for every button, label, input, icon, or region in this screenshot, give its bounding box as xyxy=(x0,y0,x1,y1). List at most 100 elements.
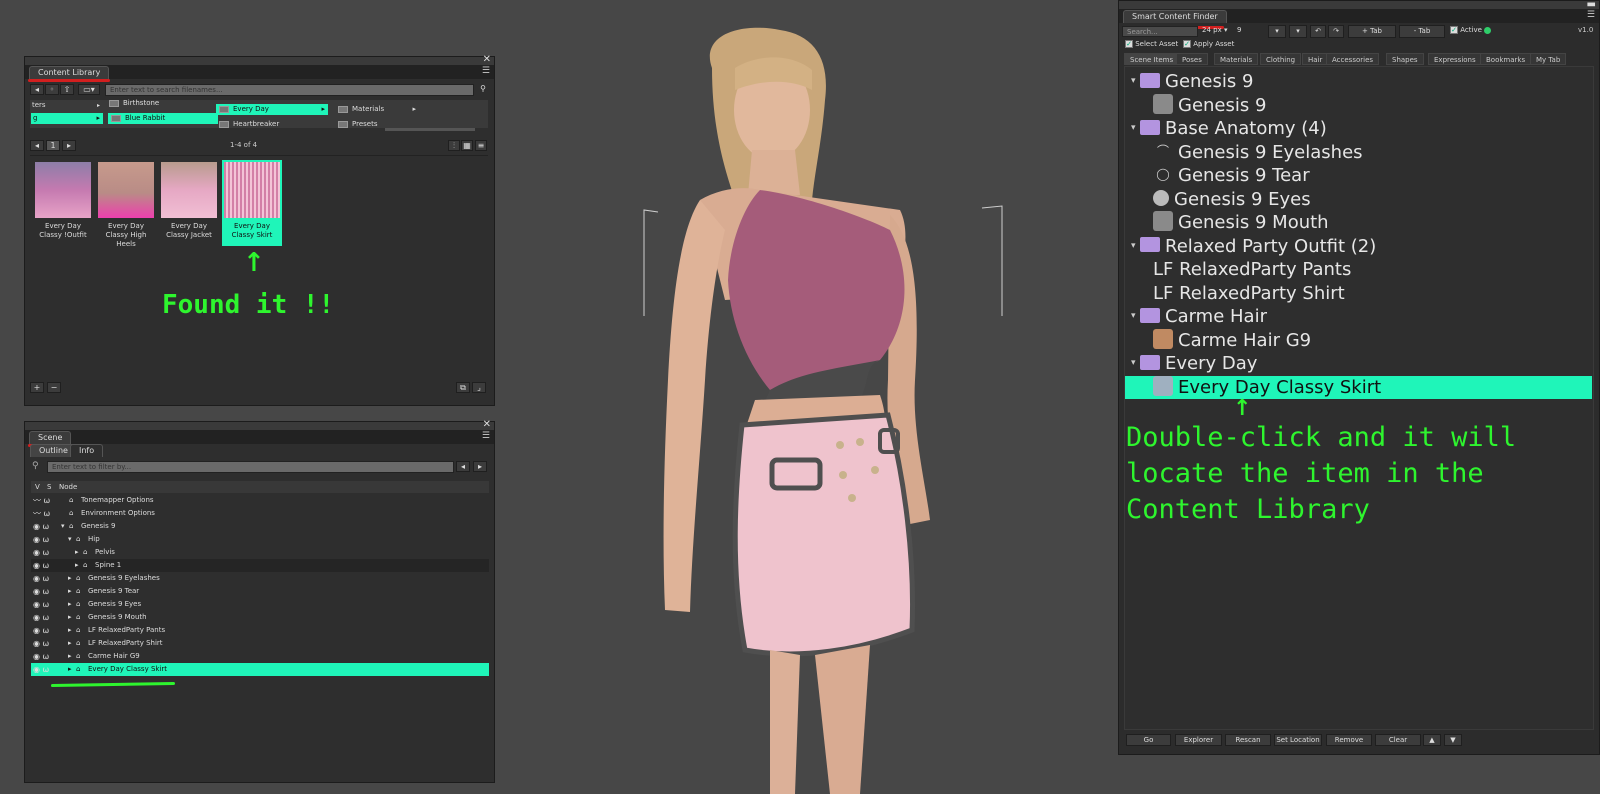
size-number[interactable]: 9 xyxy=(1237,26,1241,34)
chevron-down-icon[interactable]: ▾ xyxy=(1131,235,1136,258)
visibility-icon[interactable]: ◉ ⍵ xyxy=(33,546,49,559)
column-item-selected[interactable]: Blue Rabbit xyxy=(108,113,218,124)
finder-tab[interactable]: Expressions xyxy=(1428,53,1482,65)
finder-folder[interactable]: Every Day xyxy=(1140,352,1257,375)
chevron-right-icon[interactable]: ▸ xyxy=(75,546,79,559)
column-item[interactable]: Materials ▸ xyxy=(338,104,418,115)
asset-thumb[interactable]: Every Day Classy !Outfit xyxy=(33,160,93,246)
asset-thumb[interactable]: Every Day Classy High Heels xyxy=(96,160,156,248)
chevron-down-icon[interactable]: ▾ xyxy=(1131,305,1136,328)
chevron-right-icon[interactable]: ▸ xyxy=(68,637,72,650)
close-icon[interactable]: ✕ xyxy=(483,54,491,65)
visibility-icon[interactable]: ◉ ⍵ xyxy=(33,559,49,572)
finder-folder[interactable]: Base Anatomy (4) xyxy=(1140,117,1327,140)
finder-button[interactable]: Remove xyxy=(1326,734,1372,746)
column-item[interactable]: Heartbreaker xyxy=(219,119,329,128)
scene-row[interactable]: ◉ ⍵ ▸ ⌂ Genesis 9 Eyelashes xyxy=(31,572,489,585)
scene-filter-input[interactable]: Enter text to filter by... xyxy=(47,461,454,473)
move-down-icon[interactable]: ▾ xyxy=(1268,25,1286,38)
checkbox-checked-icon[interactable]: ✓ xyxy=(1183,40,1191,48)
column-item[interactable]: Birthstone xyxy=(109,98,219,109)
chevron-right-icon[interactable]: ▸ xyxy=(68,611,72,624)
finder-folder[interactable]: Genesis 9 xyxy=(1140,70,1253,93)
up-icon[interactable]: ⇧ xyxy=(60,84,74,95)
next-page-icon[interactable]: ▸ xyxy=(62,140,76,151)
panel-menu-icon[interactable]: ☰ xyxy=(482,66,490,76)
zoom-slider-icon[interactable]: ⫶ xyxy=(448,140,460,151)
search-icon[interactable]: ⚲ xyxy=(476,84,490,95)
scene-row[interactable]: ◉ ⍵ ▸ ⌂ Carme Hair G9 xyxy=(31,650,489,663)
finder-item[interactable]: LF RelaxedParty Pants xyxy=(1153,258,1351,281)
visibility-icon[interactable]: ◉ ⍵ xyxy=(33,533,49,546)
scene-row[interactable]: ◉ ⍵ ▸ ⌂ Genesis 9 Tear xyxy=(31,585,489,598)
finder-tab[interactable]: My Tab xyxy=(1530,53,1567,65)
active-toggle[interactable]: ✓ Active xyxy=(1450,26,1492,34)
scene-row[interactable]: ◉ ⍵ ▸ ⌂ Genesis 9 Mouth xyxy=(31,611,489,624)
undo-icon[interactable]: ↶ xyxy=(1310,25,1326,38)
scene-row[interactable]: ◉ ⍵ ▸ ⌂ Genesis 9 Eyes xyxy=(31,598,489,611)
scene-row[interactable]: 〰 ⍵ ⌂ Tonemapper Options xyxy=(31,494,489,507)
scene-row[interactable]: ◉ ⍵ ▸ ⌂ Pelvis xyxy=(31,546,489,559)
apply-asset-toggle[interactable]: ✓ Apply Asset xyxy=(1183,40,1234,48)
chevron-down-icon[interactable]: ▾ xyxy=(1131,117,1136,140)
forward-icon[interactable]: ◦ xyxy=(45,84,59,95)
checkbox-checked-icon[interactable]: ✓ xyxy=(1450,26,1458,34)
chevron-right-icon[interactable]: ▸ xyxy=(68,585,72,598)
finder-button[interactable]: Rescan xyxy=(1225,734,1271,746)
select-column-header[interactable]: S xyxy=(47,481,51,493)
finder-tab[interactable]: Scene Items xyxy=(1124,53,1180,65)
finder-tab[interactable]: Hair xyxy=(1302,53,1329,65)
finder-item[interactable]: Carme Hair G9 xyxy=(1153,328,1311,352)
visibility-icon[interactable]: ◉ ⍵ xyxy=(33,520,49,533)
size-select[interactable]: 24 px ▾ xyxy=(1202,26,1227,34)
finder-tab[interactable]: Poses xyxy=(1176,53,1208,65)
column-item-selected[interactable]: g ▸ xyxy=(31,113,103,124)
remove-button[interactable]: − xyxy=(47,382,61,393)
scene-row[interactable]: ◉ ⍵ ▸ ⌂ LF RelaxedParty Shirt xyxy=(31,637,489,650)
chevron-right-icon[interactable]: ▸ xyxy=(68,663,72,676)
scene-row[interactable]: ◉ ⍵ ▾ ⌂ Hip xyxy=(31,533,489,546)
node-column-header[interactable]: Node xyxy=(59,481,77,493)
visibility-icon[interactable]: ◉ ⍵ xyxy=(33,611,49,624)
visibility-icon[interactable]: ◉ ⍵ xyxy=(33,650,49,663)
asset-thumb-selected[interactable]: Every Day Classy Skirt xyxy=(222,160,282,246)
chevron-down-icon[interactable]: ▾ xyxy=(1131,352,1136,375)
content-search-input[interactable]: Enter text to search filenames... xyxy=(105,84,474,96)
visible-column-header[interactable]: V xyxy=(35,481,40,493)
finder-item[interactable]: Every Day Classy Skirt xyxy=(1125,375,1592,399)
finder-button[interactable]: Set Location xyxy=(1274,734,1322,746)
finder-folder[interactable]: Carme Hair xyxy=(1140,305,1267,328)
horizontal-scrollbar[interactable] xyxy=(385,128,475,131)
resize-icon[interactable]: ⌟ xyxy=(472,382,486,393)
checkbox-checked-icon[interactable]: ✓ xyxy=(1125,40,1133,48)
chevron-down-icon[interactable]: ▾ xyxy=(68,533,72,546)
content-library-tab[interactable]: Content Library xyxy=(29,66,110,79)
chevron-right-icon[interactable]: ▸ xyxy=(68,624,72,637)
column-item-selected[interactable]: Every Day ▸ xyxy=(216,104,328,115)
chevron-down-icon[interactable]: ▾ xyxy=(61,520,65,533)
page-number[interactable]: 1 xyxy=(46,140,60,151)
grid-view-icon[interactable]: ▦ xyxy=(461,140,473,151)
add-button[interactable]: + xyxy=(30,382,44,393)
scene-row[interactable]: 〰 ⍵ ⌂ Environment Options xyxy=(31,507,489,520)
finder-button[interactable]: Explorer xyxy=(1175,734,1222,746)
back-icon[interactable]: ◂ xyxy=(30,84,44,95)
prev-page-icon[interactable]: ◂ xyxy=(30,140,44,151)
chevron-right-icon[interactable]: ▸ xyxy=(68,650,72,663)
visibility-icon[interactable]: ◉ ⍵ xyxy=(33,585,49,598)
finder-tab[interactable]: Accessories xyxy=(1326,53,1380,65)
finder-item[interactable]: ◯ Genesis 9 Tear xyxy=(1153,164,1309,187)
panel-menu-icon[interactable]: ☰ xyxy=(482,431,490,441)
visibility-icon[interactable]: ◉ ⍵ xyxy=(33,572,49,585)
chevron-right-icon[interactable]: ▸ xyxy=(68,598,72,611)
chevron-right-icon[interactable]: ▸ xyxy=(68,572,72,585)
finder-item[interactable]: ⌒ Genesis 9 Eyelashes xyxy=(1153,141,1363,164)
chevron-down-icon[interactable]: ▾ xyxy=(1131,70,1136,93)
visibility-icon[interactable]: ◉ ⍵ xyxy=(33,598,49,611)
finder-item[interactable]: Genesis 9 Eyes xyxy=(1153,188,1311,211)
scene-tab[interactable]: Scene xyxy=(29,431,72,444)
finder-button[interactable]: Clear xyxy=(1375,734,1421,746)
column-item[interactable]: Presets xyxy=(338,119,418,128)
list-view-icon[interactable]: ≡ xyxy=(475,140,487,151)
scene-row[interactable]: ◉ ⍵ ▸ ⌂ Spine 1 xyxy=(31,559,489,572)
